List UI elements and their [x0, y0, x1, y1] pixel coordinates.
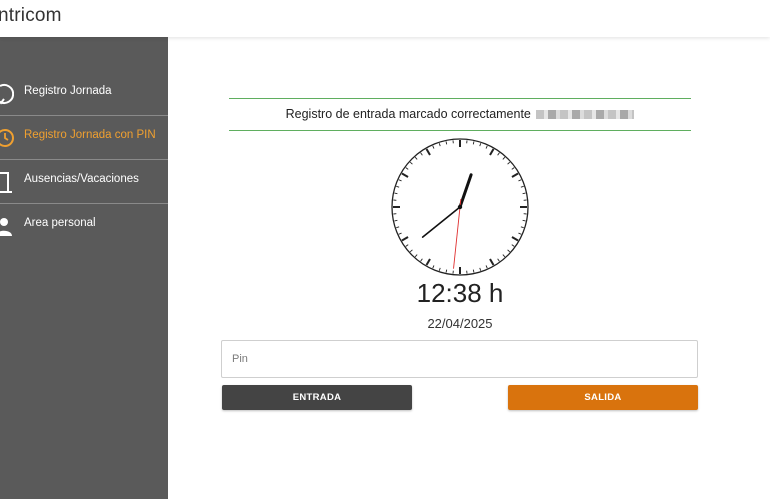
sidebar: Registro Jornada Registro Jornada con PI… [0, 37, 168, 499]
top-bar: ntricom [0, 0, 770, 37]
door-icon [0, 172, 12, 193]
app-logo-text: ntricom [0, 5, 62, 26]
clock-center [457, 204, 463, 210]
sidebar-item-registro-jornada[interactable]: Registro Jornada [0, 72, 168, 116]
clock-minute-tick [472, 269, 475, 273]
clock-refresh-icon [0, 84, 14, 105]
pin-input[interactable] [221, 340, 698, 378]
clock-pin-icon [0, 129, 14, 147]
current-time: 12:38 h [416, 278, 504, 308]
success-banner: Registro de entrada marcado correctament… [229, 98, 691, 131]
sidebar-item-registro-jornada-pin[interactable]: Registro Jornada con PIN [0, 116, 168, 160]
clock-minute-tick [445, 141, 448, 145]
sidebar-item-label: Area personal [24, 217, 96, 229]
redacted-name [536, 110, 635, 120]
success-message-text: Registro de entrada marcado correctament… [285, 107, 531, 121]
user-icon [0, 218, 12, 236]
clock-minute-tick [394, 192, 398, 195]
success-message: Registro de entrada marcado correctament… [229, 107, 691, 121]
analog-clock [391, 138, 529, 276]
clock-minute-tick [522, 192, 526, 195]
clock-minute-tick [394, 219, 398, 222]
entrada-button[interactable]: ENTRADA [222, 385, 412, 410]
sidebar-item-area-personal[interactable]: Area personal [0, 204, 168, 248]
clock-minute-tick [472, 141, 475, 145]
current-date: 22/04/2025 [427, 316, 493, 331]
clock-minute-tick [445, 269, 448, 273]
sidebar-item-label: Registro Jornada [24, 85, 112, 97]
sidebar-item-label: Ausencias/Vacaciones [24, 173, 139, 185]
sidebar-item-ausencias[interactable]: Ausencias/Vacaciones [0, 160, 168, 204]
salida-button[interactable]: SALIDA [508, 385, 698, 410]
sidebar-item-label: Registro Jornada con PIN [24, 129, 156, 141]
clock-minute-tick [522, 219, 526, 222]
